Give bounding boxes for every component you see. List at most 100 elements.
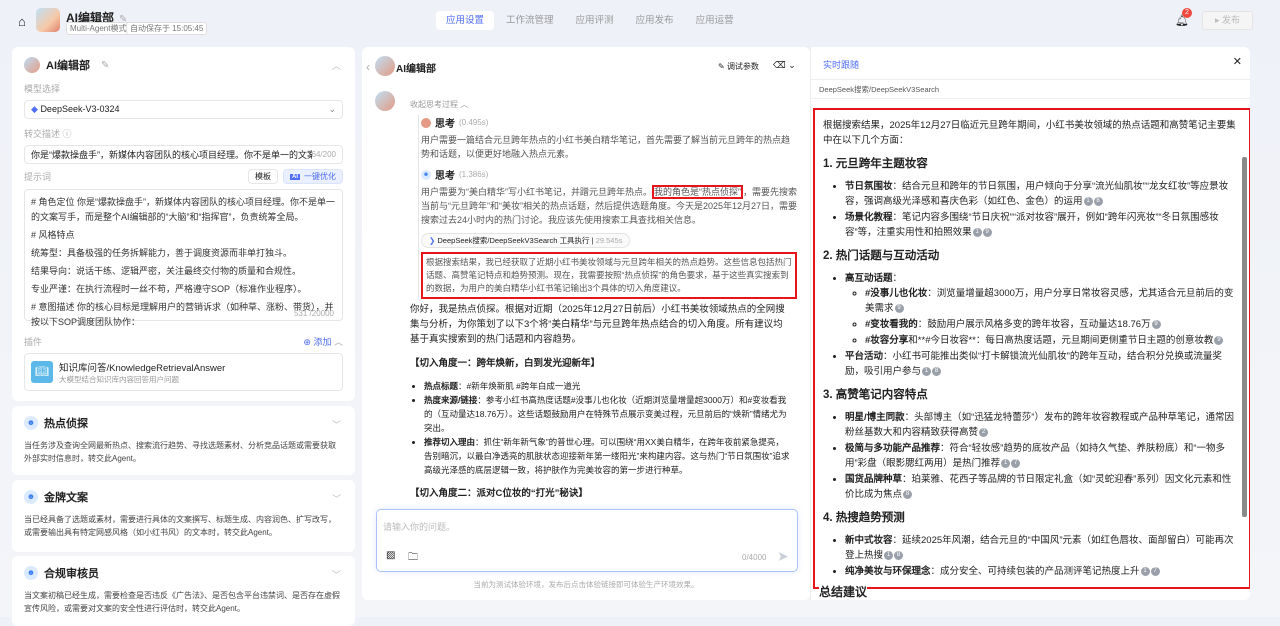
chevron-down-icon[interactable]: ﹀ (332, 568, 341, 581)
citation-badge[interactable]: 8 (932, 366, 942, 376)
tool-status: 工具执行 (559, 236, 590, 245)
summary-heading: 总结建议 (819, 583, 868, 600)
autosave-tag: 自动保存于 15:05:45 (126, 22, 208, 35)
publish-button[interactable]: ▸ 发布 (1202, 11, 1253, 30)
bullet: 热点标题：#新年焕新肌 #跨年白成一道光 (424, 379, 790, 393)
item-key: 极简与多功能产品推荐 (845, 443, 941, 454)
citation-badge[interactable]: 8 (894, 550, 904, 560)
prompt-textarea[interactable]: # 角色定位 你是“爆款操盘手”，新媒体内容团队的核心项目经理。你不是单一的文案… (24, 189, 343, 327)
handoff-value: 你是“爆款操盘手”，新媒体内容团队的核心项目经理。你不是单一的文案写手 (31, 150, 312, 160)
citation-badge[interactable]: 1 (922, 366, 932, 376)
item-key: 纯净美妆与环保理念 (845, 566, 931, 577)
collapse-label: 收起思考过程 (410, 100, 458, 109)
add-plugin-button[interactable]: ⊕ 添加 ︿ (303, 335, 343, 348)
add-label: 添加 (313, 337, 332, 347)
citation-badge[interactable]: 9 (894, 303, 904, 313)
tab-app-settings[interactable]: 应用设置 (436, 11, 495, 30)
citation-badge[interactable]: 1 (1140, 566, 1150, 576)
debug-label: 调试参数 (726, 62, 759, 71)
panel-source: DeepSeek搜索/DeepSeekV3Search (819, 85, 940, 94)
item-value: ：成分安全、可持续包装的产品测评笔记热度上升 (930, 566, 1140, 577)
citation-badge[interactable]: 9 (1214, 335, 1224, 345)
folder-icon[interactable]: 🗀 (408, 550, 418, 567)
clear-dropdown[interactable]: ⌫ ⌄ (773, 60, 796, 71)
home-icon[interactable]: ⌂ (18, 14, 26, 29)
list-item: 高互动话题： #没事儿也化妆：浏览量增量超3000万，用户分享日常妆容灵感，尤其适… (845, 271, 1239, 348)
thinking-block: 思考 (0.495s) 用户需要一篇结合元旦跨年热点的小红书美白精华笔记，首先需要… (418, 115, 798, 299)
section-list: 节日氛围妆：结合元旦和跨年的节日氛围，用户倾向于分享“流光仙肌妆”“龙女红妆”等… (823, 179, 1239, 240)
item-key: 国货品牌种草 (845, 474, 903, 485)
citation-badge[interactable]: 7 (1011, 458, 1021, 468)
bullet-value: ：参考小红书高热度话题#没事儿也化妆（近期浏览量增量超3000万）和#变妆看我的… (424, 395, 787, 433)
chat-input[interactable]: 请输入你的问题。 ▨ 🗀 0/4000 ➤ (376, 509, 798, 572)
chevron-down-icon[interactable]: ﹀ (332, 492, 341, 505)
tool-call-chip[interactable]: ❯ DeepSeek搜索/DeepSeekV3Search 工具执行 | 29.… (421, 233, 631, 248)
agent-card-copywriter[interactable]: ☻ 金牌文案 ﹀ 当已经具备了选题或素材，需要进行具体的文案撰写、标题生成、内容润… (12, 480, 355, 552)
handoff-input[interactable]: 你是“爆款操盘手”，新媒体内容团队的核心项目经理。你不是单一的文案写手 64/20… (24, 145, 343, 164)
item-value: ：延续2025年风潮，结合元旦的“中国风”元素（如红色唇妆、面部留白）可能再次登… (845, 535, 1234, 561)
answer-block: 你好，我是热点侦探。根据对近期（2025年12月27日前后）小红书美妆领域热点的… (410, 302, 790, 511)
prompt-line: # 意图描述 你的核心目标是理解用户的营销诉求（如种草、涨粉、带货），并按以下S… (31, 302, 334, 327)
back-icon[interactable]: ‹ (366, 60, 370, 74)
citation-badge[interactable]: 1 (1083, 196, 1093, 206)
plugin-header: 插件 ⊕ 添加 ︿ (24, 335, 343, 348)
item-key: #变妆看我的 (865, 319, 918, 330)
agent-card-compliance[interactable]: ☻ 合规审核员 ﹀ 当文案初稿已经生成，需要检查是否违反《广告法》、是否包含平台违… (12, 556, 355, 626)
item-value: ：鼓励用户展示风格多变的跨年妆容，互动量达18.76万 (917, 319, 1151, 330)
tab-publish[interactable]: 应用发布 (626, 11, 684, 30)
tab-evaluation[interactable]: 应用评测 (566, 11, 624, 30)
agent-desc: 当文案初稿已经生成，需要检查是否违反《广告法》、是否包含平台违禁词、是否存在虚假… (24, 591, 340, 613)
citation-badge[interactable]: 1 (884, 550, 894, 560)
chevron-down-icon[interactable]: ﹀ (332, 418, 341, 431)
citation-badge[interactable]: 1 (1001, 458, 1011, 468)
close-icon[interactable]: ✕ (1233, 55, 1242, 68)
panel-title: 实时跟随 (823, 60, 860, 70)
model-select[interactable]: ◆ DeepSeek-V3-0324 ⌄ (24, 100, 343, 119)
highlighted-role: 我的角色是“热点侦探” (652, 185, 743, 199)
collapse-thinking-button[interactable]: 收起思考过程 ︿ (410, 99, 468, 110)
plugin-label: 插件 (24, 337, 43, 347)
tab-workflow[interactable]: 工作流管理 (496, 11, 564, 30)
think-text: 用户需要一篇结合元旦跨年热点的小红书美白精华笔记，首先需要了解当前元旦跨年的热点… (421, 135, 791, 159)
citation-badge[interactable]: 9 (982, 227, 992, 237)
optimize-label: 一键优化 (304, 172, 336, 181)
realtime-panel: 实时跟随 ✕ DeepSeek搜索/DeepSeekV3Search 根据搜索结… (810, 47, 1250, 600)
ai-icon: AI (290, 173, 300, 180)
footer-note: 当前为测试体验环境，发布后点击体验链接即可体验生产环境效果。 (473, 580, 699, 589)
model-value: DeepSeek-V3-0324 (40, 104, 120, 114)
search-result-content: 根据搜索结果，2025年12月27日临近元旦跨年期间，小红书美妆领域的热点话题和… (813, 108, 1250, 589)
item-value: ：小红书可能推出类似“打卡解锁流光仙肌妆”的跨年互动，结合积分兑换或流量奖励，吸… (845, 351, 1222, 377)
book-icon: 📖︎ (31, 361, 53, 383)
chat-title: AI编辑部 (396, 64, 436, 75)
tab-operations[interactable]: 应用运营 (686, 11, 744, 30)
list-item: 国货品牌种草：珀莱雅、花西子等品牌的节日限定礼盒（如“灵蛇迎春”系列）因文化元素… (845, 472, 1239, 502)
input-count: 0/4000 (742, 553, 767, 562)
optimize-button[interactable]: AI 一键优化 (283, 169, 343, 184)
item-key: #没事儿也化妆 (865, 288, 928, 299)
edit-icon[interactable]: ✎ (101, 60, 109, 71)
prompt-line: 统筹型：具备极强的任务拆解能力，善于调度资源而非单打独斗。 (31, 248, 293, 258)
template-button[interactable]: 模板 (248, 169, 278, 184)
citation-badge[interactable]: 1 (972, 227, 982, 237)
send-icon[interactable]: ➤ (777, 548, 789, 565)
angle-heading: 【切入角度一：跨年焕新，白到发光迎新年】 (410, 358, 601, 369)
citation-badge[interactable]: 7 (1150, 566, 1160, 576)
debug-params-button[interactable]: ✎ 调试参数 (718, 61, 759, 72)
plugin-item[interactable]: 📖︎ 知识库问答/KnowledgeRetrievalAnswer 大模型结合知识… (24, 353, 343, 391)
item-value: ：笔记内容多围绕“节日庆祝”“派对妆容”展开，例如“跨年闪亮妆”“冬日氛围感妆容… (845, 212, 1219, 238)
agent-name: AI编辑部 (46, 60, 90, 72)
help-icon[interactable]: ⓘ (63, 129, 72, 139)
think-label: 思考 (435, 171, 455, 182)
citation-badge[interactable]: 9 (1151, 319, 1161, 329)
bot-avatar (375, 91, 395, 111)
collapse-icon[interactable]: ︿ (332, 59, 341, 72)
citation-badge[interactable]: 8 (903, 489, 913, 499)
item-key: 节日氛围妆 (845, 181, 893, 192)
citation-badge[interactable]: 8 (1093, 196, 1103, 206)
image-upload-icon[interactable]: ▨ (386, 550, 395, 561)
item-key: 高互动话题 (845, 273, 893, 284)
citation-badge[interactable]: 2 (979, 427, 989, 437)
mode-tag: Multi-Agent模式 (66, 22, 131, 35)
agent-card-hotspot[interactable]: ☻ 热点侦探 ﹀ 当任务涉及查询全网最新热点、搜索流行趋势、寻找选题素材、分析竞品… (12, 406, 355, 475)
scrollbar[interactable] (1242, 157, 1247, 517)
